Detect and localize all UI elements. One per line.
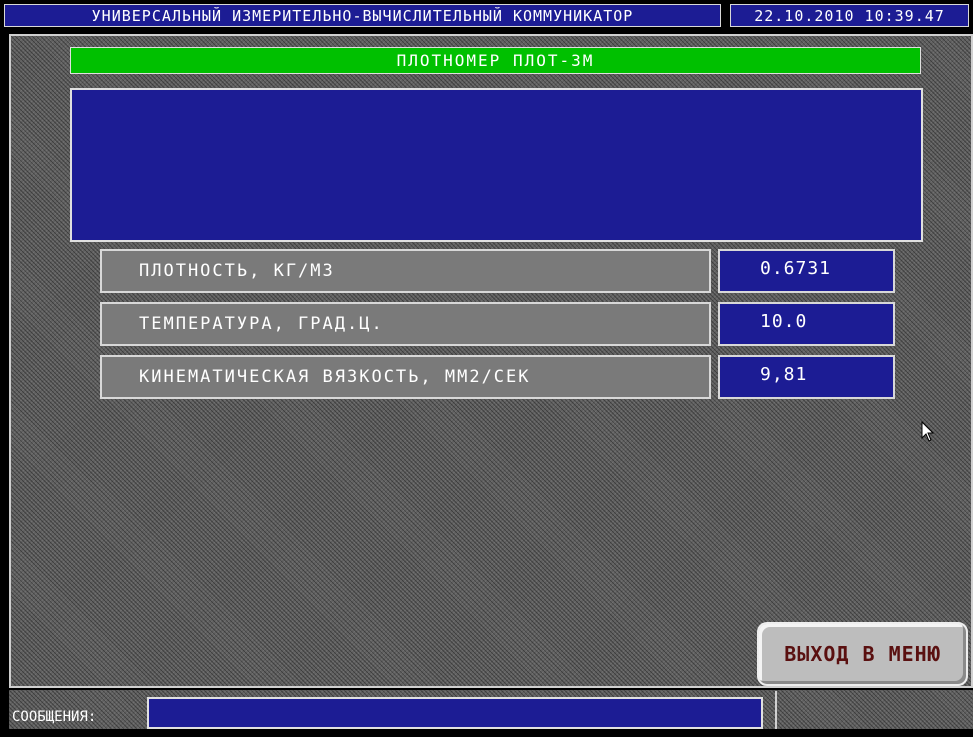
param-value-viscosity: 9,81 — [718, 355, 895, 399]
exit-to-menu-button[interactable]: ВЫХОД В МЕНЮ — [757, 622, 968, 686]
status-bar-right-section — [775, 691, 973, 729]
mouse-pointer-icon — [921, 421, 935, 442]
param-value-density: 0.6731 — [718, 249, 895, 293]
param-label-temperature: ТЕМПЕРАТУРА, ГРАД.Ц. — [100, 302, 711, 346]
messages-label: СООБЩЕНИЯ: — [12, 709, 97, 725]
param-label-density: ПЛОТНОСТЬ, КГ/М3 — [100, 249, 711, 293]
messages-field — [147, 697, 763, 729]
device-display-area — [70, 88, 923, 242]
param-value-temperature: 10.0 — [718, 302, 895, 346]
app-title: УНИВЕРСАЛЬНЫЙ ИЗМЕРИТЕЛЬНО-ВЫЧИСЛИТЕЛЬНЫ… — [4, 4, 721, 27]
param-label-viscosity: КИНЕМАТИЧЕСКАЯ ВЯЗКОСТЬ, ММ2/СЕК — [100, 355, 711, 399]
date-time-display: 22.10.2010 10:39.47 — [730, 4, 969, 27]
title-bar: УНИВЕРСАЛЬНЫЙ ИЗМЕРИТЕЛЬНО-ВЫЧИСЛИТЕЛЬНЫ… — [0, 0, 973, 34]
device-title: ПЛОТНОМЕР ПЛОТ-3М — [70, 47, 921, 74]
